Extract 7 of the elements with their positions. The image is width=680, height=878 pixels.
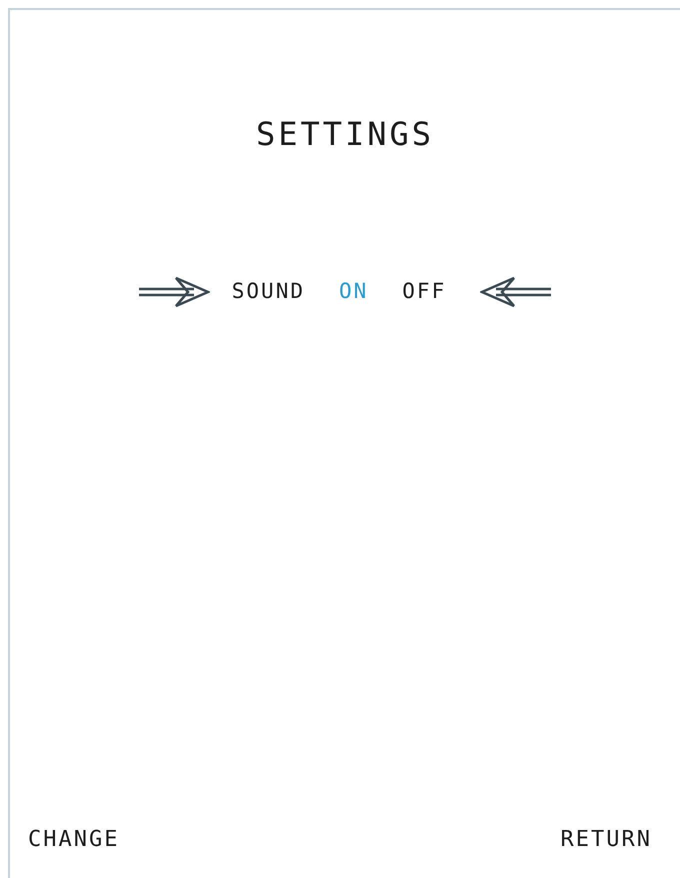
left-arrow-icon (480, 276, 552, 308)
right-arrow-icon (138, 276, 210, 308)
screen-title: SETTINGS (256, 114, 434, 155)
change-softkey[interactable]: CHANGE (28, 823, 120, 856)
option-label: SOUND (232, 278, 305, 306)
option-choice[interactable]: OFF (402, 276, 446, 308)
return-softkey[interactable]: RETURN (560, 823, 652, 856)
